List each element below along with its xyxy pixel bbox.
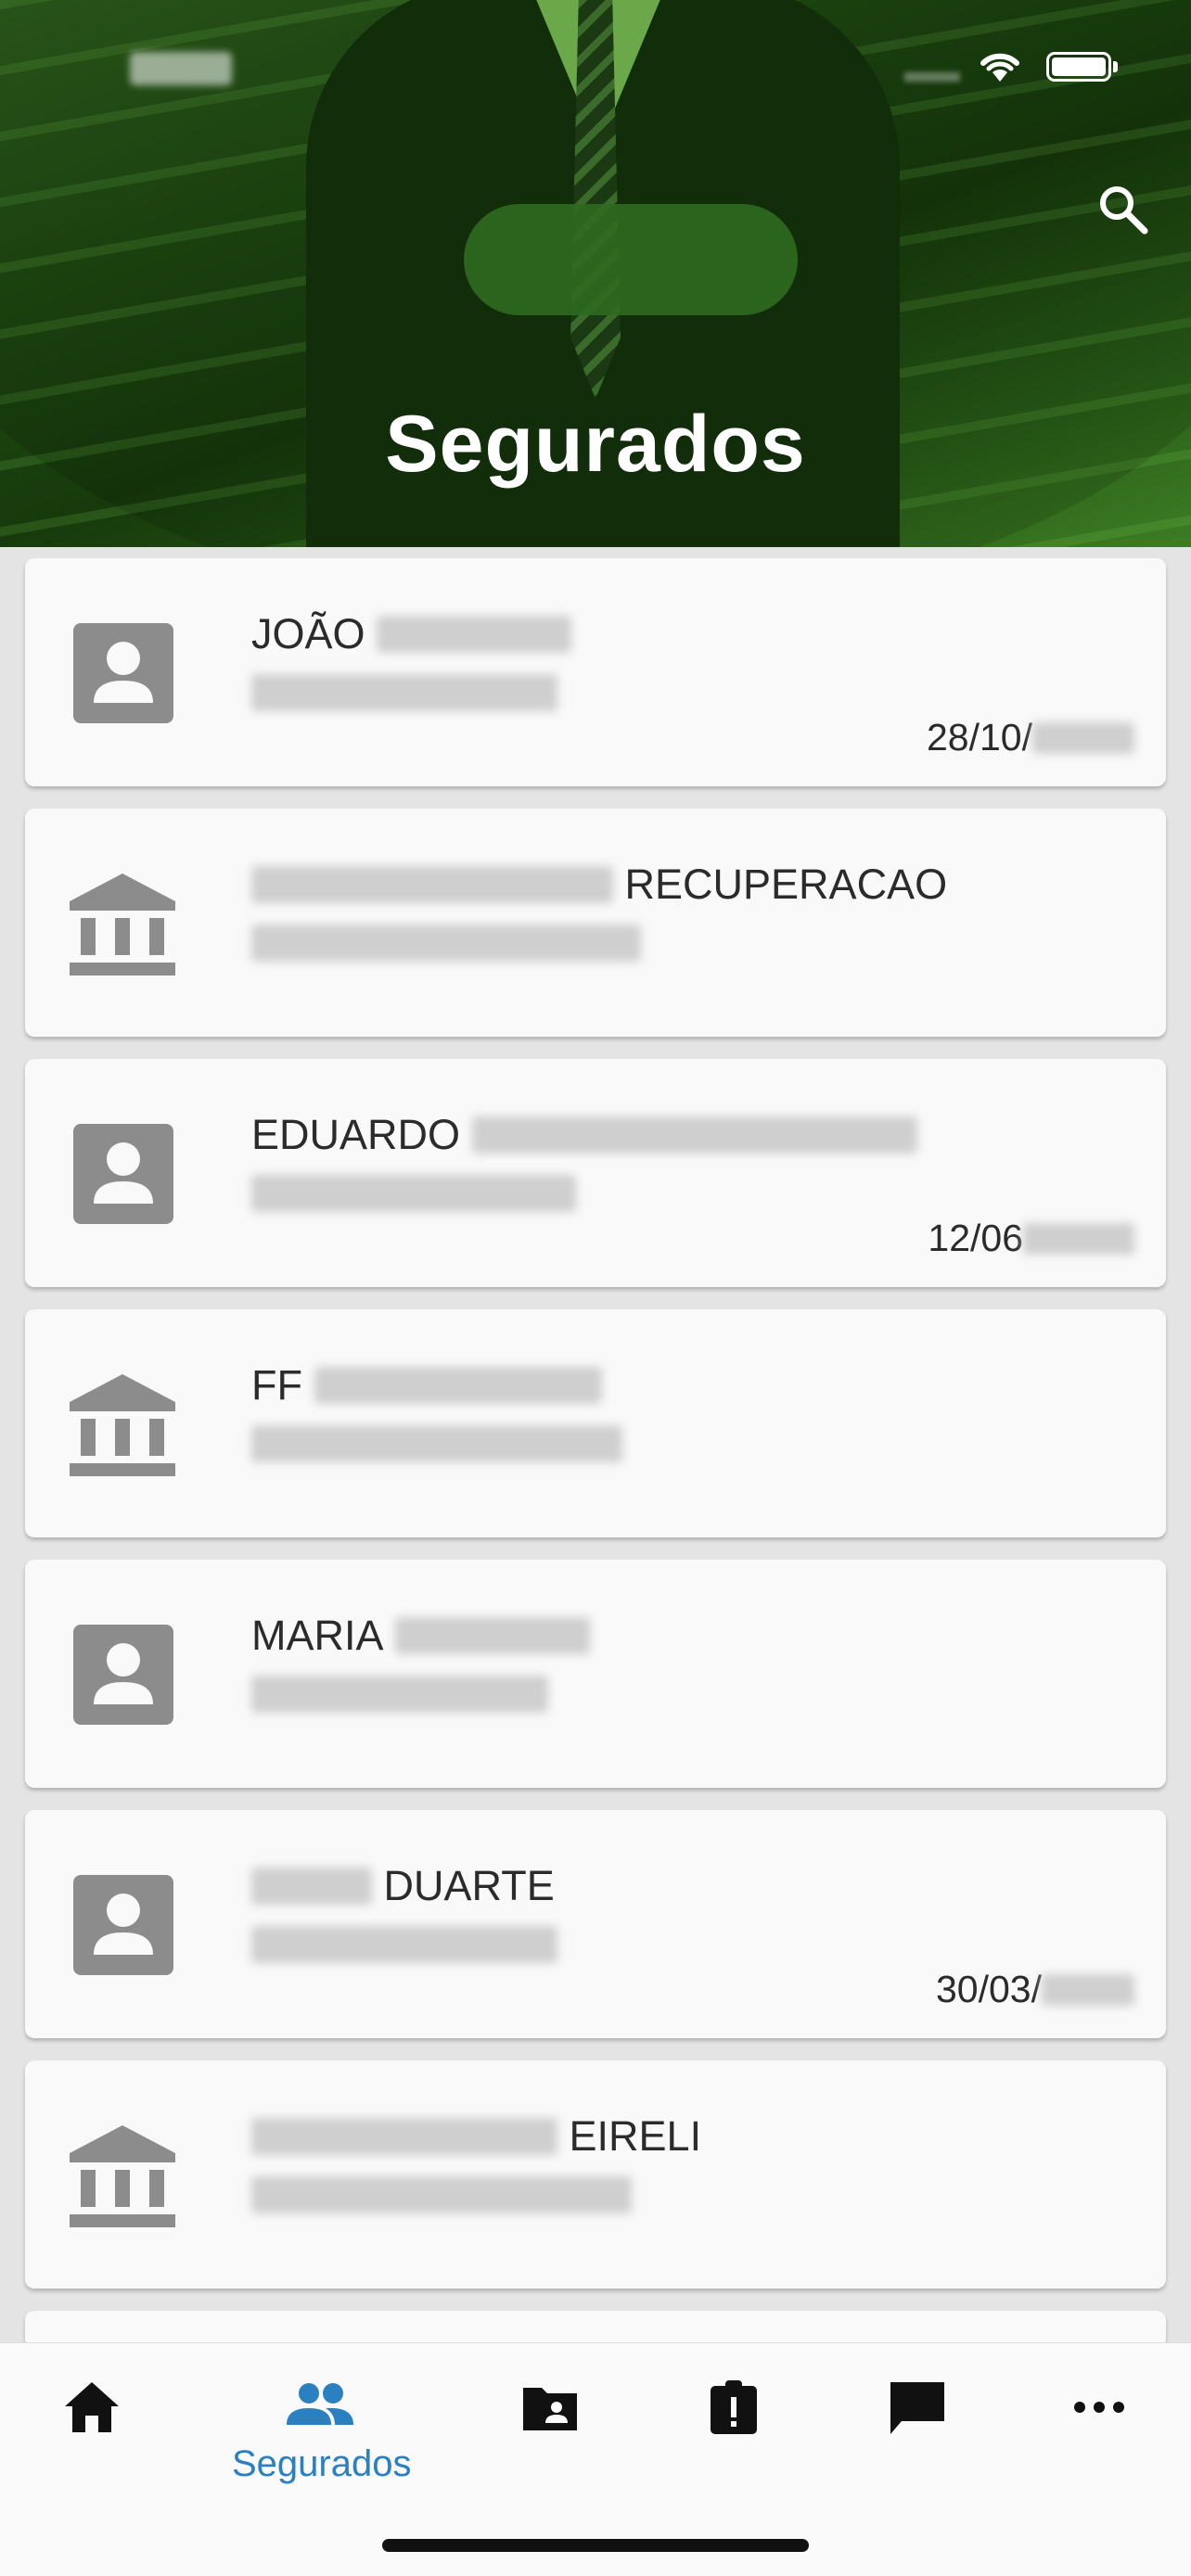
insured-document-redacted [251, 1425, 622, 1462]
bank-icon [70, 874, 175, 976]
bank-icon [70, 1374, 175, 1476]
chat-icon [890, 2382, 944, 2434]
insured-document-redacted [251, 1926, 557, 1963]
insured-date: 12/06 [928, 1217, 1134, 1260]
insured-document-redacted [251, 925, 641, 962]
insured-name: DUARTE [251, 1858, 555, 1914]
bank-icon [70, 2125, 175, 2227]
nav-segurados[interactable]: Segurados [232, 2377, 411, 2525]
status-time [130, 52, 232, 85]
people-icon [287, 2383, 353, 2425]
insured-document-redacted [251, 674, 557, 711]
contact-card-icon [73, 623, 173, 723]
page-title: Segurados [385, 400, 806, 489]
wifi-icon [980, 53, 1019, 82]
signal-icon [904, 72, 960, 82]
battery-tip [1113, 61, 1118, 72]
insured-name: EIRELI [251, 2109, 701, 2164]
folder-account-icon [523, 2388, 577, 2430]
contact-card-icon [73, 1625, 173, 1725]
insured-name: FF [251, 1358, 602, 1413]
home-indicator[interactable] [382, 2539, 809, 2552]
list-item[interactable]: FF [25, 1309, 1166, 1537]
list-item[interactable]: EDUARDO 12/06 [25, 1059, 1166, 1287]
insured-name: EDUARDO [251, 1107, 917, 1163]
insured-name: JOÃO [251, 606, 572, 662]
insured-date: 30/03/ [936, 1968, 1134, 2011]
more-icon [1074, 2402, 1124, 2413]
insured-document-redacted [251, 1676, 548, 1713]
insured-date: 28/10/ [927, 716, 1134, 759]
insured-document-redacted [251, 1175, 576, 1212]
search-icon[interactable] [1095, 181, 1150, 236]
insured-name: MARIA [251, 1608, 591, 1664]
header-banner: Segurados [0, 0, 1191, 547]
list-item[interactable]: DUARTE 30/03/ [25, 1810, 1166, 2038]
nav-segurados-label: Segurados [232, 2443, 412, 2484]
list-item[interactable]: JOÃO 28/10/ [25, 558, 1166, 786]
list-item[interactable]: MARIA [25, 1560, 1166, 1788]
clipboard-alert-icon [711, 2380, 757, 2434]
home-icon [65, 2382, 119, 2432]
list-item[interactable]: EIRELI [25, 2060, 1166, 2289]
battery-icon [1046, 52, 1111, 82]
nav-more[interactable] [1030, 2377, 1169, 2525]
nav-claims[interactable] [664, 2377, 803, 2525]
nav-home[interactable] [22, 2377, 161, 2525]
header-photo-hands [464, 204, 798, 315]
insured-list[interactable]: JOÃO 28/10/ RECUPERACAO EDUARDO 12/06 FF… [25, 558, 1166, 2370]
insured-name: RECUPERACAO [251, 857, 947, 912]
insured-document-redacted [251, 2176, 632, 2213]
contact-card-icon [73, 1124, 173, 1224]
nav-policies[interactable] [480, 2377, 620, 2525]
contact-card-icon [73, 1875, 173, 1975]
nav-messages[interactable] [848, 2377, 987, 2525]
list-item[interactable]: RECUPERACAO [25, 809, 1166, 1037]
